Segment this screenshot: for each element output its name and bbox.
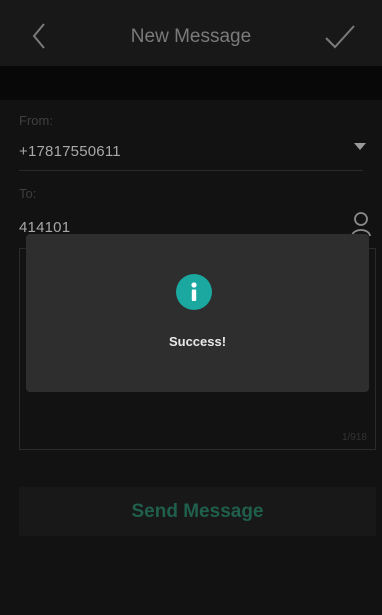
header-divider-band	[0, 66, 382, 100]
to-label: To:	[19, 186, 37, 201]
checkmark-icon	[325, 25, 355, 49]
new-message-screen: New Message From: +17817550611 To: 41410…	[0, 0, 382, 615]
character-count: 1/918	[341, 432, 367, 443]
confirm-button[interactable]	[320, 18, 360, 54]
from-label: From:	[19, 113, 53, 128]
app-header: New Message	[0, 0, 382, 66]
toast-message: Success!	[168, 334, 227, 349]
send-message-button[interactable]: Send Message	[19, 487, 376, 536]
info-icon	[176, 274, 212, 310]
from-underline	[19, 170, 363, 171]
success-toast: Success!	[26, 234, 369, 392]
from-select[interactable]: +17817550611	[19, 143, 121, 160]
dropdown-arrow-icon[interactable]	[354, 143, 366, 150]
